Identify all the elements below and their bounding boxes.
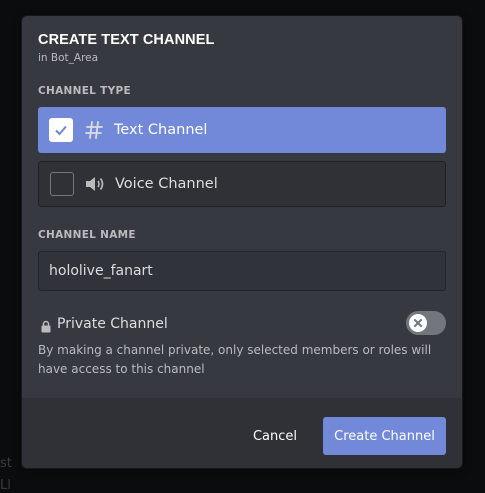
background-text: Ll — [0, 478, 11, 493]
speaker-icon — [84, 173, 106, 195]
checkbox-checked[interactable] — [49, 118, 73, 142]
checkbox-unchecked[interactable] — [50, 172, 74, 196]
create-channel-modal: CREATE TEXT CHANNEL in Bot_Area CHANNEL … — [22, 16, 462, 468]
voice-channel-label: Voice Channel — [115, 176, 218, 192]
channel-type-text-option[interactable]: Text Channel — [38, 107, 446, 153]
close-icon — [414, 319, 422, 327]
channel-name-input[interactable] — [38, 251, 446, 291]
checkmark-icon — [55, 125, 67, 136]
lock-icon — [40, 318, 52, 337]
channel-type-voice-option[interactable]: Voice Channel — [38, 161, 446, 207]
private-channel-toggle[interactable] — [406, 311, 446, 335]
cancel-button[interactable]: Cancel — [238, 417, 312, 455]
create-channel-button[interactable]: Create Channel — [323, 417, 446, 455]
modal-header: CREATE TEXT CHANNEL in Bot_Area — [38, 32, 446, 64]
hashtag-icon — [83, 119, 105, 141]
text-channel-label: Text Channel — [114, 122, 208, 138]
modal-footer: Cancel Create Channel — [22, 398, 462, 468]
modal-title: CREATE TEXT CHANNEL — [38, 32, 215, 48]
channel-type-label: CHANNEL TYPE — [38, 85, 131, 97]
private-channel-label: Private Channel — [57, 316, 168, 332]
background-text: st — [0, 456, 12, 471]
channel-name-label: CHANNEL NAME — [38, 229, 136, 241]
private-channel-description: By making a channel private, only select… — [38, 343, 432, 376]
modal-subtitle: in Bot_Area — [38, 52, 99, 64]
toggle-knob — [409, 314, 427, 332]
private-channel-row: Private Channel — [38, 311, 446, 337]
